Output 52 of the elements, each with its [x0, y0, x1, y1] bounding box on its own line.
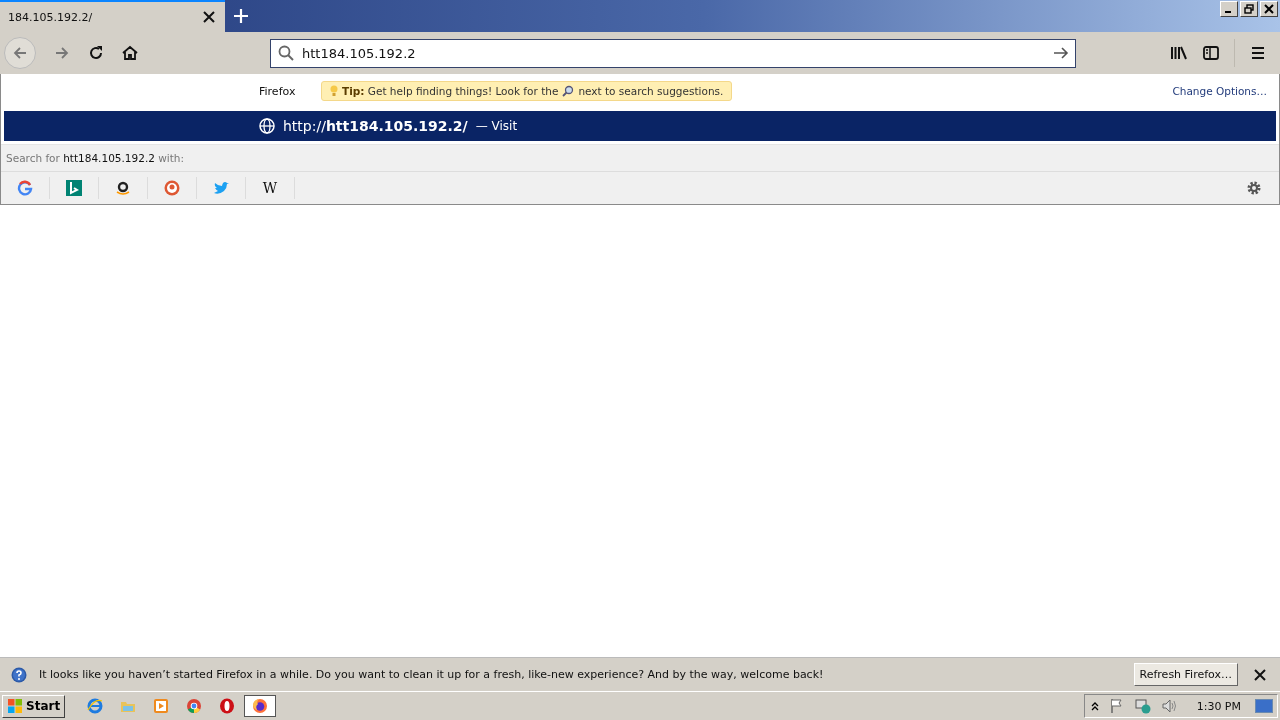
wikipedia-button[interactable]: W — [262, 180, 278, 196]
close-icon — [1264, 4, 1274, 14]
new-tab-icon[interactable] — [234, 9, 248, 23]
chrome-icon — [186, 698, 203, 714]
library-icon[interactable] — [1170, 45, 1188, 61]
show-hidden-icons-icon[interactable] — [1090, 701, 1099, 711]
minimize-icon — [1225, 11, 1231, 13]
address-field[interactable]: htt184.105.192.2 — [270, 38, 1076, 68]
amazon-icon[interactable] — [115, 180, 131, 196]
engine-label: Firefox — [259, 84, 297, 98]
bing-icon[interactable] — [66, 180, 82, 196]
windows-logo-icon — [7, 698, 23, 714]
tip-text: next to search suggestions. — [578, 85, 724, 97]
minimize-button[interactable] — [1220, 1, 1238, 17]
lightbulb-icon — [330, 85, 338, 97]
restore-icon — [1244, 4, 1254, 14]
google-icon[interactable] — [17, 180, 33, 196]
notification-message: It looks like you haven’t started Firefox in a while. Do you want to clean it up for a fresh, like-new experience? And by the way, welcome back! — [39, 668, 825, 681]
speaker-icon[interactable] — [1160, 698, 1177, 714]
change-options-link[interactable]: Change Options… — [1172, 85, 1267, 97]
taskbar-button[interactable] — [244, 695, 277, 717]
start-button[interactable]: Start — [2, 694, 66, 718]
browser-tab[interactable]: 184.105.192.2/ — [0, 0, 225, 32]
back-button[interactable] — [4, 37, 36, 69]
magnifier-icon — [562, 85, 575, 97]
tip-text: Tip: Get help finding things! Look for the — [342, 85, 559, 97]
opera-icon — [219, 698, 236, 714]
play-icon — [153, 698, 170, 714]
suggestion-action: — Visit — [475, 119, 518, 133]
go-arrow-icon[interactable] — [1053, 44, 1069, 61]
help-icon — [11, 666, 27, 683]
refresh-firefox-button[interactable]: Refresh Firefox… — [1133, 663, 1238, 686]
sidebar-icon[interactable] — [1203, 45, 1219, 61]
firefox-icon — [252, 698, 269, 714]
suggestion-url: http://htt184.105.192.2/ — [283, 118, 468, 134]
close-icon[interactable] — [1254, 668, 1266, 681]
restore-button[interactable] — [1240, 1, 1258, 17]
home-icon[interactable] — [122, 45, 138, 61]
menu-icon[interactable] — [1250, 45, 1266, 61]
globe-icon — [259, 118, 275, 134]
search-for-label: Search for htt184.105.192.2 with: — [6, 152, 185, 164]
settings-icon[interactable] — [1246, 180, 1262, 196]
search-icon — [278, 44, 294, 61]
clock[interactable]: 1:30 PM — [1196, 699, 1241, 713]
browser-e-icon — [87, 698, 104, 714]
close-button[interactable] — [1260, 1, 1278, 17]
back-arrow-icon — [12, 45, 28, 61]
close-icon[interactable] — [203, 11, 215, 23]
forward-icon[interactable] — [54, 45, 70, 61]
url-suggestion[interactable]: http://htt184.105.192.2/ — Visit — [4, 111, 1276, 141]
reload-icon[interactable] — [88, 45, 104, 61]
flag-icon[interactable] — [1108, 698, 1125, 714]
